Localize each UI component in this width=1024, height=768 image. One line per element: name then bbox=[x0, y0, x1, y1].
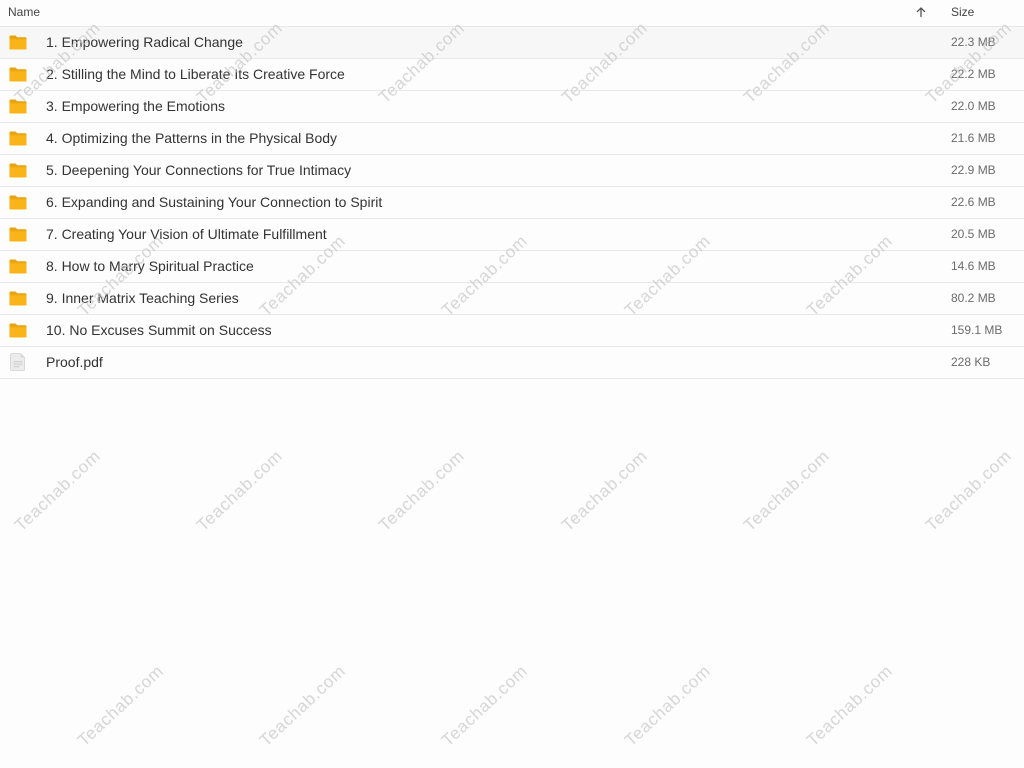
watermark-text: Teachab.com bbox=[921, 446, 1016, 536]
folder-row[interactable]: 6. Expanding and Sustaining Your Connect… bbox=[0, 187, 1024, 219]
watermark-text: Teachab.com bbox=[256, 661, 350, 751]
item-size: 228 KB bbox=[951, 355, 991, 369]
folder-icon bbox=[9, 67, 27, 82]
watermark-text: Teachab.com bbox=[375, 446, 469, 536]
item-name: Proof.pdf bbox=[46, 354, 103, 370]
watermark-text: Teachab.com bbox=[557, 446, 651, 536]
folder-icon bbox=[9, 35, 27, 50]
item-name: 1. Empowering Radical Change bbox=[46, 34, 243, 50]
file-row[interactable]: Proof.pdf 228 KB bbox=[0, 347, 1024, 379]
item-name: 8. How to Marry Spiritual Practice bbox=[46, 258, 254, 274]
item-size: 22.6 MB bbox=[951, 195, 996, 209]
folder-row[interactable]: 9. Inner Matrix Teaching Series 80.2 MB bbox=[0, 283, 1024, 315]
folder-row[interactable]: 5. Deepening Your Connections for True I… bbox=[0, 155, 1024, 187]
folder-icon bbox=[9, 99, 27, 114]
folder-row[interactable]: 10. No Excuses Summit on Success 159.1 M… bbox=[0, 315, 1024, 347]
watermark-text: Teachab.com bbox=[802, 661, 897, 751]
item-name: 9. Inner Matrix Teaching Series bbox=[46, 290, 239, 306]
folder-icon bbox=[9, 131, 27, 146]
column-header-name[interactable]: Name bbox=[8, 5, 40, 19]
item-name: 5. Deepening Your Connections for True I… bbox=[46, 162, 352, 178]
folder-icon bbox=[9, 291, 27, 306]
folder-row[interactable]: 8. How to Marry Spiritual Practice 14.6 … bbox=[0, 251, 1024, 283]
folder-icon bbox=[9, 163, 27, 178]
folder-icon bbox=[9, 259, 27, 274]
item-size: 21.6 MB bbox=[951, 131, 996, 145]
file-list: 1. Empowering Radical Change 22.3 MB 2. … bbox=[0, 27, 1024, 379]
item-name: 10. No Excuses Summit on Success bbox=[46, 322, 272, 338]
item-size: 22.9 MB bbox=[951, 163, 996, 177]
folder-icon bbox=[9, 323, 27, 338]
watermark-text: Teachab.com bbox=[739, 446, 834, 536]
item-name: 6. Expanding and Sustaining Your Connect… bbox=[46, 194, 383, 210]
item-name: 3. Empowering the Emotions bbox=[46, 98, 225, 114]
watermark-text: Teachab.com bbox=[193, 446, 287, 536]
item-name: 2. Stilling the Mind to Liberate Its Cre… bbox=[46, 66, 345, 82]
item-size: 159.1 MB bbox=[951, 323, 1003, 337]
watermark-text: Teachab.com bbox=[620, 661, 714, 751]
pdf-file-icon bbox=[10, 353, 26, 371]
item-size: 22.3 MB bbox=[951, 35, 996, 49]
item-size: 22.2 MB bbox=[951, 67, 996, 81]
watermark-text: Teachab.com bbox=[73, 661, 168, 751]
folder-row[interactable]: 7. Creating Your Vision of Ultimate Fulf… bbox=[0, 219, 1024, 251]
folder-row[interactable]: 3. Empowering the Emotions 22.0 MB bbox=[0, 91, 1024, 123]
column-header-size[interactable]: Size bbox=[951, 5, 974, 19]
watermark-text: Teachab.com bbox=[438, 661, 532, 751]
item-name: 7. Creating Your Vision of Ultimate Fulf… bbox=[46, 226, 327, 242]
folder-row[interactable]: 2. Stilling the Mind to Liberate Its Cre… bbox=[0, 59, 1024, 91]
item-size: 80.2 MB bbox=[951, 291, 996, 305]
item-size: 14.6 MB bbox=[951, 259, 996, 273]
folder-icon bbox=[9, 195, 27, 210]
arrow-upward-icon[interactable] bbox=[916, 7, 926, 17]
item-size: 22.0 MB bbox=[951, 99, 996, 113]
folder-row[interactable]: 4. Optimizing the Patterns in the Physic… bbox=[0, 123, 1024, 155]
item-size: 20.5 MB bbox=[951, 227, 996, 241]
item-name: 4. Optimizing the Patterns in the Physic… bbox=[46, 130, 338, 146]
folder-row[interactable]: 1. Empowering Radical Change 22.3 MB bbox=[0, 27, 1024, 59]
watermark-text: Teachab.com bbox=[10, 446, 105, 536]
list-header: Name Size bbox=[0, 0, 1024, 27]
folder-icon bbox=[9, 227, 27, 242]
